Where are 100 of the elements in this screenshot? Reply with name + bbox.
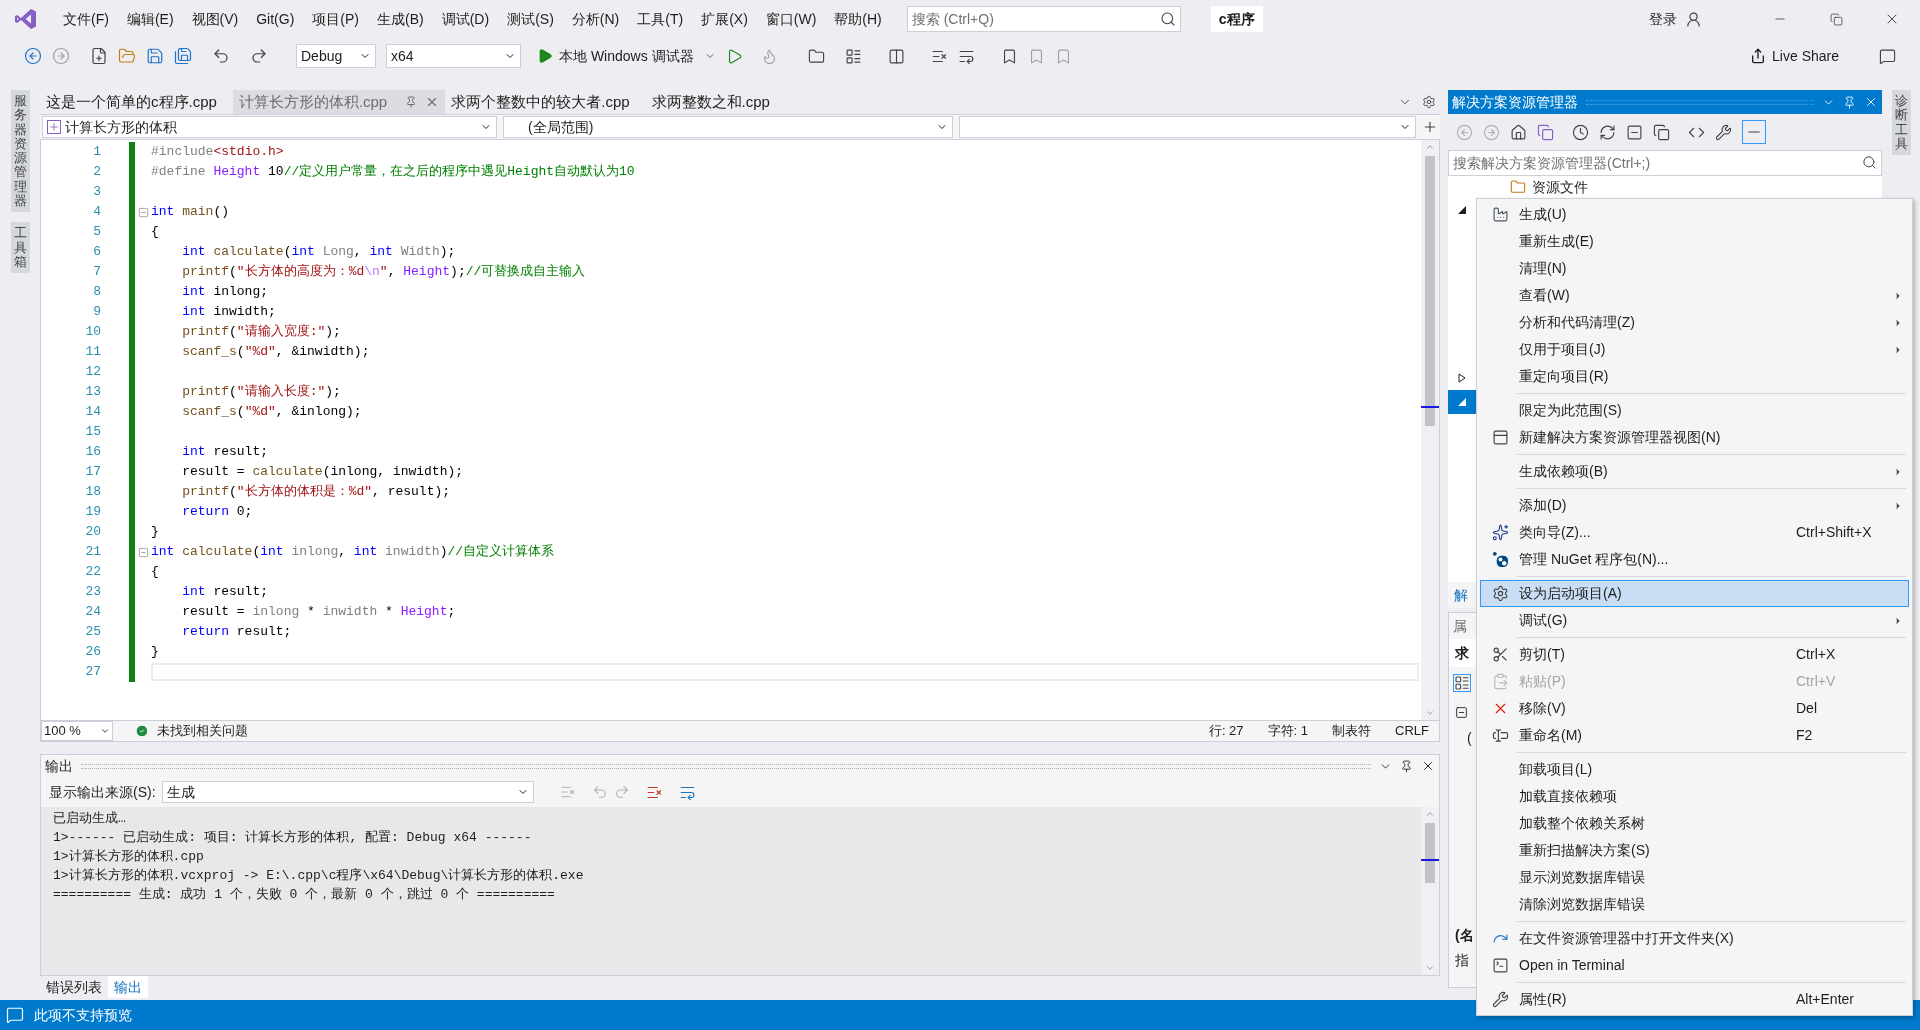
- sign-in-link[interactable]: 登录: [1645, 8, 1681, 30]
- menu-item[interactable]: 窗口(W): [756, 4, 826, 34]
- redo-icon[interactable]: [250, 47, 268, 65]
- settings-icon[interactable]: [1422, 95, 1436, 109]
- indent-indicator[interactable]: 制表符: [1332, 721, 1372, 741]
- copy-icon[interactable]: [1653, 123, 1670, 141]
- line-ending-indicator[interactable]: CRLF: [1395, 721, 1429, 741]
- tree-item[interactable]: 资源文件: [1532, 176, 1588, 198]
- menu-item[interactable]: 限定为此范围(S): [1480, 397, 1909, 424]
- zoom-dropdown[interactable]: 100 %: [41, 721, 113, 741]
- menu-item[interactable]: 类向导(Z)... Ctrl+Shift+X: [1480, 519, 1909, 546]
- pin-icon[interactable]: [1843, 95, 1856, 109]
- split-icon[interactable]: [1422, 119, 1438, 135]
- forward-icon[interactable]: [52, 47, 70, 65]
- save-icon[interactable]: [146, 47, 164, 65]
- configuration-dropdown[interactable]: Debug: [296, 44, 376, 68]
- menu-item[interactable]: 加载整个依赖关系树: [1480, 810, 1909, 837]
- feedback-icon[interactable]: [1879, 47, 1896, 65]
- switch-views-icon[interactable]: [1537, 123, 1554, 141]
- platform-dropdown[interactable]: x64: [386, 44, 521, 68]
- menu-item[interactable]: 生成(B): [368, 4, 433, 34]
- menu-item[interactable]: 添加(D): [1480, 492, 1909, 519]
- undo-icon[interactable]: [212, 47, 230, 65]
- start-debugger-button[interactable]: 本地 Windows 调试器: [537, 45, 694, 67]
- menu-item[interactable]: 属性(R) Alt+Enter: [1480, 986, 1909, 1013]
- wrench-icon[interactable]: [1715, 123, 1732, 141]
- menu-item[interactable]: 查看(W): [1480, 282, 1909, 309]
- expander-icon[interactable]: [1457, 205, 1467, 215]
- save-all-icon[interactable]: [174, 47, 192, 65]
- clock-icon[interactable]: [1572, 123, 1589, 141]
- side-tab[interactable]: 服务器资源管理器: [10, 90, 30, 213]
- menu-item[interactable]: 项目(P): [303, 4, 368, 34]
- char-indicator[interactable]: 字符: 1: [1267, 721, 1309, 741]
- menu-item[interactable]: 剪切(T) Ctrl+X: [1480, 641, 1909, 668]
- menu-item[interactable]: 新建解决方案资源管理器视图(N): [1480, 424, 1909, 451]
- menu-item[interactable]: 分析(N): [562, 4, 629, 34]
- refresh-icon[interactable]: [1599, 123, 1616, 141]
- issues-status[interactable]: 未找到相关问题: [157, 721, 248, 741]
- menu-item[interactable]: 调试(G): [1480, 607, 1909, 634]
- user-icon[interactable]: [1685, 10, 1702, 28]
- menu-item[interactable]: 生成依赖项(B): [1480, 458, 1909, 485]
- search-field[interactable]: 搜索解决方案资源管理器(Ctrl+;): [1448, 150, 1882, 176]
- folder-icon[interactable]: [807, 47, 825, 65]
- menu-item[interactable]: 重命名(M) F2: [1480, 722, 1909, 749]
- menu-item[interactable]: 帮助(H): [825, 4, 891, 34]
- menu-item[interactable]: 重新扫描解决方案(S): [1480, 837, 1909, 864]
- search-field[interactable]: 搜索 (Ctrl+Q): [906, 6, 1181, 32]
- menu-item[interactable]: 仅用于项目(J): [1480, 336, 1909, 363]
- panel-tab[interactable]: 解: [1454, 584, 1468, 606]
- menu-item[interactable]: 生成(U): [1480, 201, 1909, 228]
- menu-item[interactable]: 卸载项目(L): [1480, 756, 1909, 783]
- line-number: 19: [84, 503, 101, 522]
- search-icon[interactable]: [1862, 155, 1877, 170]
- menu-item[interactable]: Open in Terminal: [1480, 952, 1909, 979]
- menu-item[interactable]: Git(G): [247, 4, 304, 34]
- collapse-icon[interactable]: [1455, 705, 1468, 719]
- categorized-icon[interactable]: [1453, 674, 1471, 692]
- menu-item[interactable]: 扩展(X): [692, 4, 757, 34]
- scope-dropdown[interactable]: (全局范围): [503, 116, 953, 138]
- expander-icon[interactable]: [1457, 373, 1467, 383]
- message-icon[interactable]: [6, 1006, 24, 1024]
- line-indicator[interactable]: 行: 27: [1208, 721, 1244, 741]
- document-tab[interactable]: 计算长方形的体积.cpp: [232, 90, 446, 114]
- menu-item[interactable]: 显示浏览数据库错误: [1480, 864, 1909, 891]
- search-icon[interactable]: [1159, 11, 1176, 27]
- pin-icon[interactable]: [405, 96, 418, 108]
- menu-item[interactable]: 调试(D): [432, 4, 499, 34]
- home-icon[interactable]: [1510, 123, 1527, 141]
- panel-tab[interactable]: 输出: [108, 976, 148, 998]
- panel-tab[interactable]: 错误列表: [40, 976, 108, 998]
- menu-item[interactable]: 文件(F): [54, 4, 118, 34]
- back-icon[interactable]: [24, 47, 42, 65]
- menu-item[interactable]: 加载直接依赖项: [1480, 783, 1909, 810]
- collapse-all-icon[interactable]: [1626, 123, 1643, 141]
- pin-icon[interactable]: [1400, 759, 1413, 773]
- menu-item[interactable]: 重新生成(E): [1480, 228, 1909, 255]
- menu-item[interactable]: 移除(V) Del: [1480, 695, 1909, 722]
- menu-item[interactable]: 清除浏览数据库错误: [1480, 891, 1909, 918]
- menu-item[interactable]: 重定向项目(R): [1480, 363, 1909, 390]
- side-tab[interactable]: 诊断工具: [1891, 90, 1911, 156]
- menu-item[interactable]: 设为启动项目(A): [1480, 580, 1909, 607]
- columns-icon[interactable]: [887, 47, 905, 65]
- tab-label[interactable]: 计算长方形的体积.cpp: [238, 90, 388, 114]
- menu-item[interactable]: 测试(S): [498, 4, 563, 34]
- menu-item[interactable]: 编辑(E): [117, 4, 183, 34]
- menu-item[interactable]: 分析和代码清理(Z): [1480, 309, 1909, 336]
- menu-item[interactable]: 视图(V): [182, 4, 248, 34]
- live-share-button[interactable]: Live Share: [1750, 45, 1839, 67]
- new-file-icon[interactable]: [90, 47, 108, 65]
- project-dropdown[interactable]: 计算长方形的体积: [42, 116, 497, 138]
- menu-item[interactable]: 工具(T): [628, 4, 693, 34]
- tab-label[interactable]: 求两整数之和.cpp: [651, 90, 770, 114]
- menu-item[interactable]: 清理(N): [1480, 255, 1909, 282]
- submenu-arrow-icon: [1893, 500, 1903, 511]
- layout-icon[interactable]: [844, 47, 862, 65]
- menu-item[interactable]: 管理 NuGet 程序包(N)...: [1480, 546, 1909, 573]
- menu-item[interactable]: 在文件资源管理器中打开文件夹(X): [1480, 925, 1909, 952]
- side-tab[interactable]: 工具箱: [10, 222, 30, 274]
- close-icon[interactable]: [1421, 759, 1435, 773]
- source-dropdown[interactable]: 生成: [161, 781, 534, 803]
